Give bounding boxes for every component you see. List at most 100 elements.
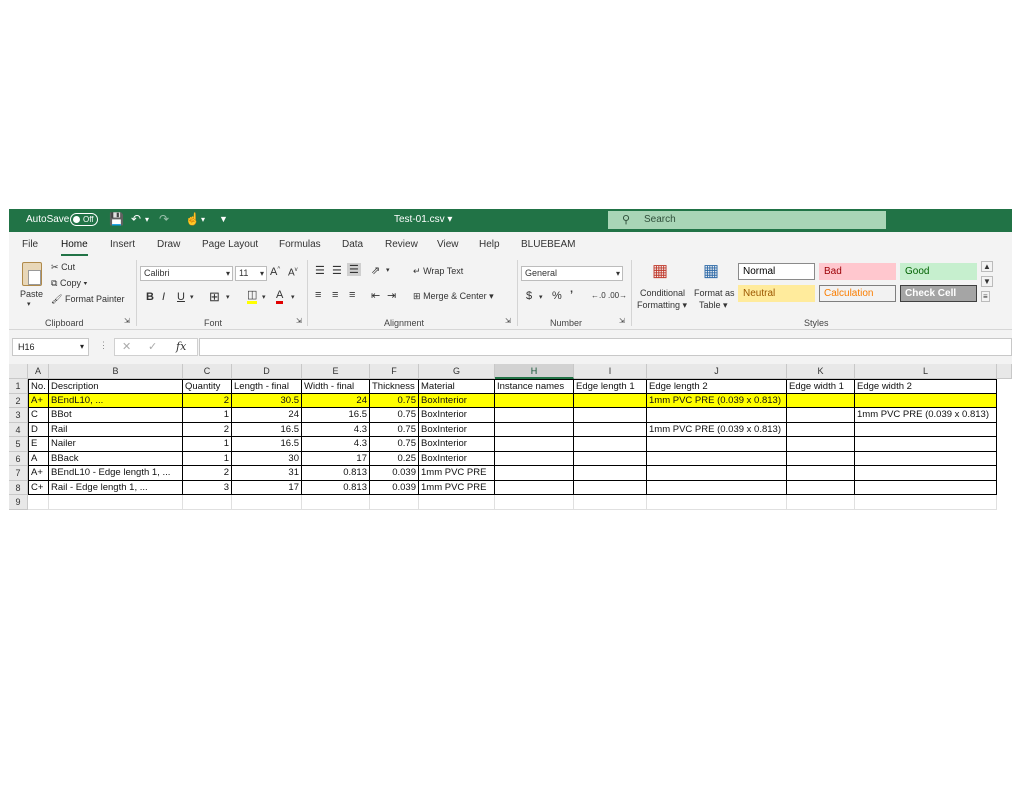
cell-h6[interactable]: [495, 451, 574, 466]
tab-review[interactable]: Review: [385, 239, 418, 250]
cell-i6[interactable]: [574, 451, 647, 466]
cell-j1[interactable]: Edge length 2: [647, 379, 787, 394]
tab-file[interactable]: File: [22, 239, 38, 250]
row-header-2[interactable]: 2: [9, 393, 28, 408]
currency-dropdown-icon[interactable]: ▾: [539, 293, 543, 301]
cell-e3[interactable]: 16.5: [302, 408, 370, 423]
cell-d4[interactable]: 16.5: [232, 422, 302, 437]
style-bad[interactable]: Bad: [819, 263, 896, 280]
borders-icon[interactable]: ⊞: [209, 289, 220, 305]
font-name-select[interactable]: Calibri ▾: [140, 266, 233, 281]
row-header-9[interactable]: 9: [9, 495, 28, 510]
cell-l5[interactable]: [855, 437, 997, 452]
conditional-formatting-icon[interactable]: ▦: [652, 261, 668, 281]
cell-j9[interactable]: [647, 495, 787, 510]
cell-i9[interactable]: [574, 495, 647, 510]
tab-help[interactable]: Help: [479, 239, 500, 250]
style-good[interactable]: Good: [900, 263, 977, 280]
cell-a5[interactable]: E: [28, 437, 49, 452]
cell-d9[interactable]: [232, 495, 302, 510]
cell-j5[interactable]: [647, 437, 787, 452]
conditional-formatting-button[interactable]: Conditional: [640, 288, 685, 298]
cell-g9[interactable]: [419, 495, 495, 510]
fill-color-dropdown-icon[interactable]: ▾: [262, 293, 266, 301]
tab-insert[interactable]: Insert: [110, 239, 135, 250]
cell-f4[interactable]: 0.75: [370, 422, 419, 437]
cell-e2[interactable]: 24: [302, 393, 370, 408]
column-header-j[interactable]: J: [647, 364, 787, 379]
number-format-select[interactable]: General ▾: [521, 266, 623, 281]
cell-d3[interactable]: 24: [232, 408, 302, 423]
format-as-table-button[interactable]: Format as: [694, 288, 735, 298]
cell-h1[interactable]: Instance names: [495, 379, 574, 394]
cell-e8[interactable]: 0.813: [302, 480, 370, 495]
cell-l9[interactable]: [855, 495, 997, 510]
cell-i1[interactable]: Edge length 1: [574, 379, 647, 394]
underline-icon[interactable]: U: [177, 291, 185, 303]
cell-b2[interactable]: BEndL10, ...: [49, 393, 183, 408]
cell-g2[interactable]: BoxInterior: [419, 393, 495, 408]
search-box[interactable]: ⚲ Search: [608, 211, 886, 229]
save-icon[interactable]: 💾: [109, 212, 124, 226]
undo-dropdown-icon[interactable]: ▾: [145, 215, 149, 224]
cell-c6[interactable]: 1: [183, 451, 232, 466]
cell-a6[interactable]: A: [28, 451, 49, 466]
merge-center-button[interactable]: ⊞ Merge & Center ▾: [413, 291, 494, 302]
cell-j4[interactable]: 1mm PVC PRE (0.039 x 0.813): [647, 422, 787, 437]
row-header-7[interactable]: 7: [9, 466, 28, 481]
enter-icon[interactable]: ✓: [148, 340, 157, 353]
orientation-dropdown-icon[interactable]: ▾: [386, 266, 390, 274]
cell-i3[interactable]: [574, 408, 647, 423]
font-launcher-icon[interactable]: ⇲: [296, 317, 302, 325]
cell-f8[interactable]: 0.039: [370, 480, 419, 495]
format-painter-button[interactable]: 🖌 Format Painter: [51, 294, 124, 305]
cell-c5[interactable]: 1: [183, 437, 232, 452]
cancel-icon[interactable]: ✕: [122, 340, 131, 353]
cell-k3[interactable]: [787, 408, 855, 423]
cell-h9[interactable]: [495, 495, 574, 510]
touch-dropdown-icon[interactable]: ▾: [201, 215, 205, 224]
shrink-font-icon[interactable]: Av: [288, 267, 298, 278]
cell-a7[interactable]: A+: [28, 466, 49, 481]
cell-j8[interactable]: [647, 480, 787, 495]
align-top-icon[interactable]: ☰: [315, 264, 325, 277]
cell-j3[interactable]: [647, 408, 787, 423]
cell-k4[interactable]: [787, 422, 855, 437]
cell-l8[interactable]: [855, 480, 997, 495]
row-header-1[interactable]: 1: [9, 379, 28, 394]
cell-f9[interactable]: [370, 495, 419, 510]
column-header-k[interactable]: K: [787, 364, 855, 379]
row-header-5[interactable]: 5: [9, 437, 28, 452]
cell-a3[interactable]: C: [28, 408, 49, 423]
redo-icon[interactable]: ↷: [159, 212, 169, 226]
tab-home[interactable]: Home: [61, 239, 88, 256]
cell-g3[interactable]: BoxInterior: [419, 408, 495, 423]
currency-icon[interactable]: $: [526, 290, 532, 302]
cell-d6[interactable]: 30: [232, 451, 302, 466]
copy-button[interactable]: ⧉ Copy ▾: [51, 278, 87, 289]
cell-j7[interactable]: [647, 466, 787, 481]
undo-icon[interactable]: ↶: [131, 212, 141, 226]
column-header-g[interactable]: G: [419, 364, 495, 379]
font-size-select[interactable]: 11 ▾: [235, 266, 267, 281]
name-box[interactable]: H16 ▾: [12, 338, 89, 356]
cell-k2[interactable]: [787, 393, 855, 408]
cell-b8[interactable]: Rail - Edge length 1, ...: [49, 480, 183, 495]
decrease-indent-icon[interactable]: ⇤: [371, 289, 380, 302]
cell-c4[interactable]: 2: [183, 422, 232, 437]
cell-g7[interactable]: 1mm PVC PRE: [419, 466, 495, 481]
clipboard-launcher-icon[interactable]: ⇲: [124, 317, 130, 325]
cell-f7[interactable]: 0.039: [370, 466, 419, 481]
cell-i7[interactable]: [574, 466, 647, 481]
cell-k9[interactable]: [787, 495, 855, 510]
number-launcher-icon[interactable]: ⇲: [619, 317, 625, 325]
cell-l2[interactable]: [855, 393, 997, 408]
cell-c8[interactable]: 3: [183, 480, 232, 495]
font-color-dropdown-icon[interactable]: ▾: [291, 293, 295, 301]
underline-dropdown-icon[interactable]: ▾: [190, 293, 194, 301]
cell-d7[interactable]: 31: [232, 466, 302, 481]
cell-g8[interactable]: 1mm PVC PRE: [419, 480, 495, 495]
paste-icon[interactable]: [22, 262, 42, 286]
increase-indent-icon[interactable]: ⇥: [387, 289, 396, 302]
cell-b6[interactable]: BBack: [49, 451, 183, 466]
